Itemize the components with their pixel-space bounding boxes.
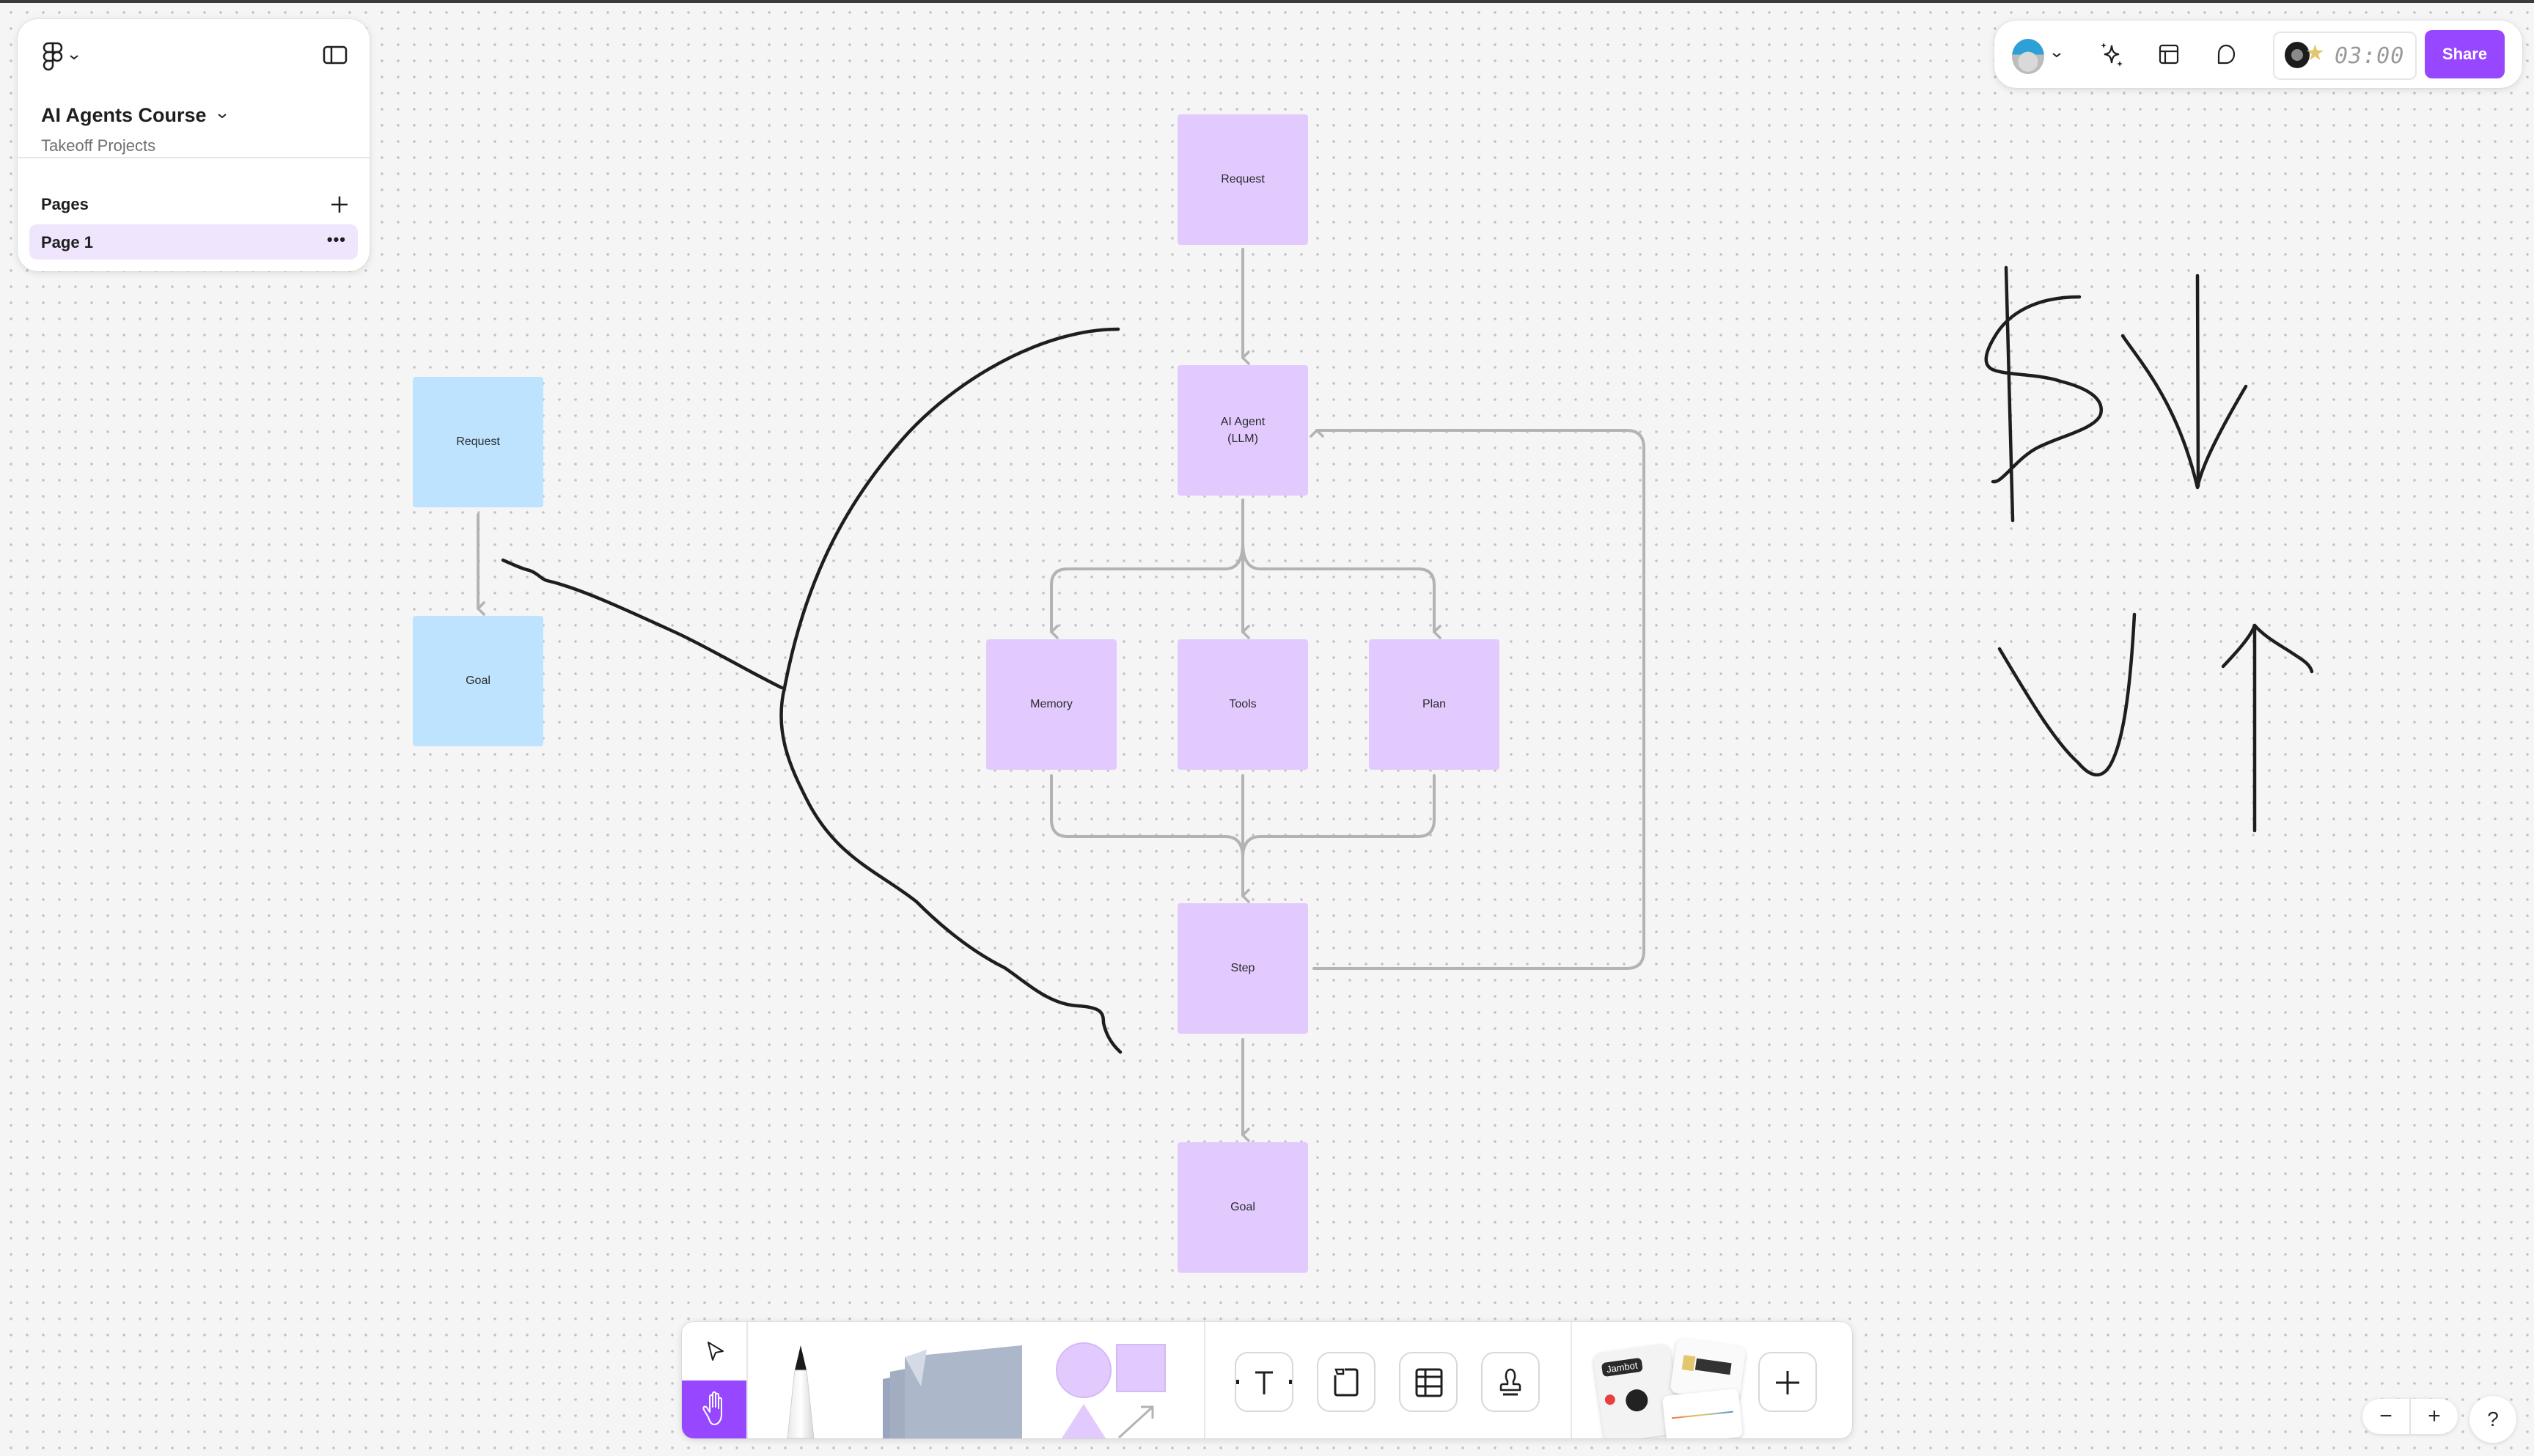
freehand-pointer-line [501, 558, 784, 690]
figma-logo-icon [43, 42, 63, 71]
connector-memory-step [1050, 774, 1244, 859]
sticky-tools[interactable]: Tools [1178, 639, 1308, 770]
file-title-button[interactable]: AI Agents Course [41, 104, 227, 127]
sticky-ai-agent[interactable]: AI Agent (LLM) [1178, 365, 1308, 496]
help-button[interactable]: ? [2469, 1396, 2516, 1443]
page-item-page-1[interactable]: Page 1 ••• [29, 224, 358, 260]
sticky-goal[interactable]: Goal [1178, 1142, 1308, 1273]
freehand-dollar-bar [2004, 265, 2015, 523]
sticky-mini-request[interactable]: Request [413, 377, 543, 507]
ai-sparkle-icon[interactable] [2097, 40, 2126, 69]
jambot-label: Jambot [1601, 1357, 1643, 1378]
toggle-sidebar-button[interactable] [323, 45, 348, 68]
freehand-down-arrow-head [2120, 334, 2248, 490]
user-avatar[interactable] [2012, 39, 2044, 74]
more-tools-button[interactable] [1758, 1352, 1817, 1412]
plus-icon [331, 196, 348, 213]
chevron-down-icon [70, 55, 78, 60]
camera-lens-icon [1624, 1388, 1650, 1413]
file-panel: AI Agents Course Takeoff Projects Pages … [18, 19, 370, 271]
tool-sticky-notes[interactable] [875, 1342, 1029, 1438]
connector-plan-step [1241, 774, 1436, 859]
card-waveform [1671, 1411, 1733, 1419]
share-button[interactable]: Share [2425, 30, 2505, 78]
layout-templates-icon[interactable] [2154, 40, 2184, 69]
file-title: AI Agents Course [41, 104, 207, 126]
hand-icon [702, 1391, 722, 1425]
tool-hand[interactable] [682, 1380, 746, 1438]
timer-widget[interactable]: ★ 03:00 [2273, 32, 2417, 80]
stamp-icon [1499, 1368, 1521, 1396]
panel-divider [18, 157, 370, 158]
tool-text[interactable] [1235, 1352, 1293, 1412]
tool-section[interactable] [1317, 1352, 1376, 1412]
zoom-in-button[interactable]: + [2411, 1399, 2458, 1434]
card-chart-bar [1694, 1358, 1732, 1375]
sticky-mini-goal[interactable]: Goal [413, 616, 543, 746]
sticky-request[interactable]: Request [1178, 114, 1308, 245]
freehand-dollar-s [1984, 295, 2103, 484]
page-item-label: Page 1 [41, 233, 93, 251]
connector-agent-memory [1050, 541, 1244, 639]
tool-marker[interactable] [785, 1344, 817, 1438]
pages-heading: Pages [41, 195, 89, 213]
freehand-up-arrow-head [2221, 623, 2314, 674]
zoom-controls: − + [2362, 1399, 2458, 1434]
bottom-toolbar: Jambot [682, 1322, 1852, 1438]
freehand-down-arrow-shaft [2195, 273, 2200, 488]
sparkle-star-icon: ★ [2305, 41, 2325, 65]
table-icon [1415, 1368, 1443, 1397]
tool-shape-triangle[interactable] [1060, 1404, 1107, 1438]
timer-time: 03:00 [2335, 43, 2405, 69]
cursor-arrow-icon [708, 1342, 724, 1361]
tool-shape-square[interactable] [1116, 1344, 1166, 1392]
camera-button-icon [1604, 1394, 1616, 1406]
toolbar-divider [746, 1322, 748, 1438]
freehand-check-v [1997, 612, 2137, 777]
zoom-out-button[interactable]: − [2362, 1399, 2409, 1434]
text-icon [1236, 1371, 1292, 1394]
toolbar-divider [1571, 1322, 1572, 1438]
sticky-step[interactable]: Step [1178, 903, 1308, 1034]
toolbar-divider [1204, 1322, 1205, 1438]
add-page-button[interactable] [328, 194, 350, 216]
sidebar-panel-icon [323, 45, 348, 65]
plus-icon [1776, 1371, 1799, 1394]
tool-connector-arrow[interactable] [1114, 1402, 1158, 1438]
template-card-preview[interactable] [1661, 1388, 1744, 1438]
chevron-down-icon [217, 113, 227, 118]
main-menu-button[interactable] [43, 42, 87, 72]
section-frame-icon [1334, 1368, 1359, 1397]
top-right-toolbar: ★ 03:00 Share [1994, 21, 2522, 88]
more-options-icon[interactable]: ••• [327, 230, 346, 249]
card-chart-bar [1681, 1355, 1696, 1372]
tool-move[interactable] [682, 1322, 746, 1380]
sticky-memory[interactable]: Memory [986, 639, 1117, 770]
connector-agent-plan [1241, 541, 1442, 639]
team-name: Takeoff Projects [41, 136, 156, 155]
sticky-plan[interactable]: Plan [1369, 639, 1499, 770]
chevron-down-icon[interactable] [2052, 51, 2062, 59]
tool-stamp[interactable] [1481, 1352, 1540, 1412]
comment-icon[interactable] [2211, 40, 2241, 69]
tool-table[interactable] [1399, 1352, 1458, 1412]
tool-shape-circle[interactable] [1056, 1342, 1112, 1398]
